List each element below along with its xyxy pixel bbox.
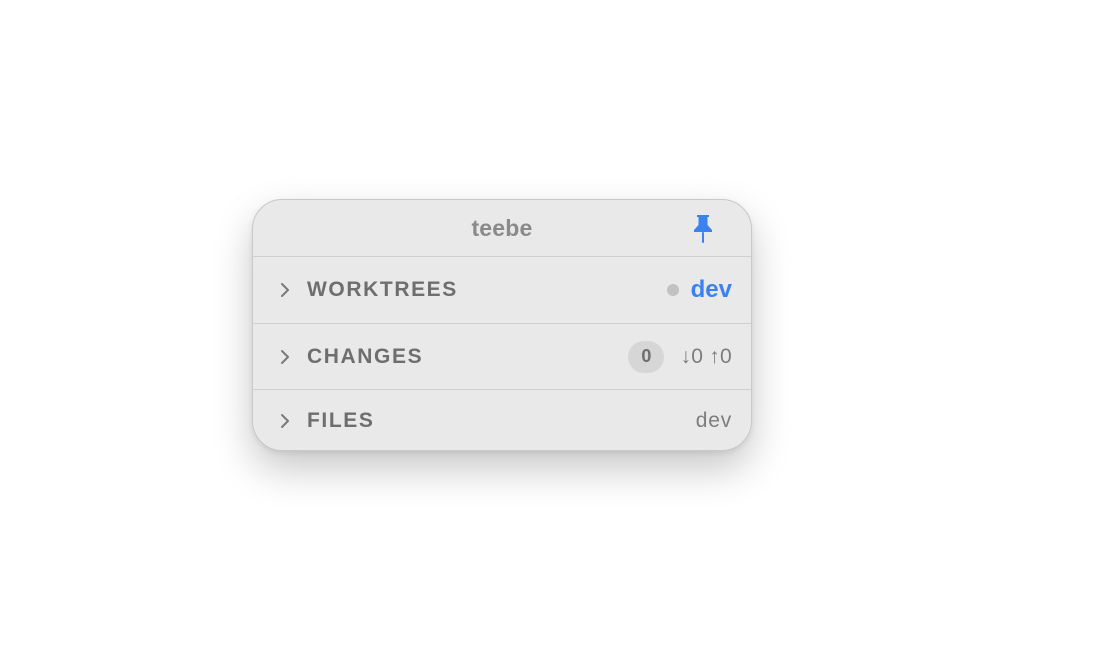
pin-button[interactable]	[689, 213, 717, 245]
chevron-right-icon	[279, 412, 291, 430]
panel-title: teebe	[471, 214, 533, 241]
pin-icon	[694, 215, 712, 243]
worktrees-status: dev	[666, 276, 732, 304]
worktrees-branch: dev	[690, 276, 732, 303]
files-status: dev	[696, 409, 732, 433]
repo-panel: teebe WORKTREES dev CHANGES 0 ↓0 ↑0 FILE…	[252, 199, 752, 451]
section-changes[interactable]: CHANGES 0 ↓0 ↑0	[253, 323, 751, 389]
changes-count-badge: 0	[628, 340, 665, 373]
chevron-right-icon	[279, 281, 291, 299]
outgoing-count: ↑0	[709, 344, 732, 368]
section-worktrees[interactable]: WORKTREES dev	[253, 257, 751, 323]
section-files[interactable]: FILES dev	[253, 389, 751, 450]
changes-label: CHANGES	[307, 344, 424, 368]
panel-titlebar: teebe	[253, 200, 751, 257]
incoming-count: ↓0	[680, 344, 704, 368]
status-dot-icon	[666, 284, 679, 296]
files-label: FILES	[307, 408, 375, 432]
changes-status: 0 ↓0 ↑0	[628, 340, 732, 373]
sync-status: ↓0 ↑0	[680, 345, 732, 369]
worktrees-label: WORKTREES	[307, 278, 458, 301]
chevron-right-icon	[279, 348, 291, 366]
files-branch: dev	[695, 408, 732, 432]
desktop-background: teebe WORKTREES dev CHANGES 0 ↓0 ↑0 FILE…	[0, 0, 1110, 660]
